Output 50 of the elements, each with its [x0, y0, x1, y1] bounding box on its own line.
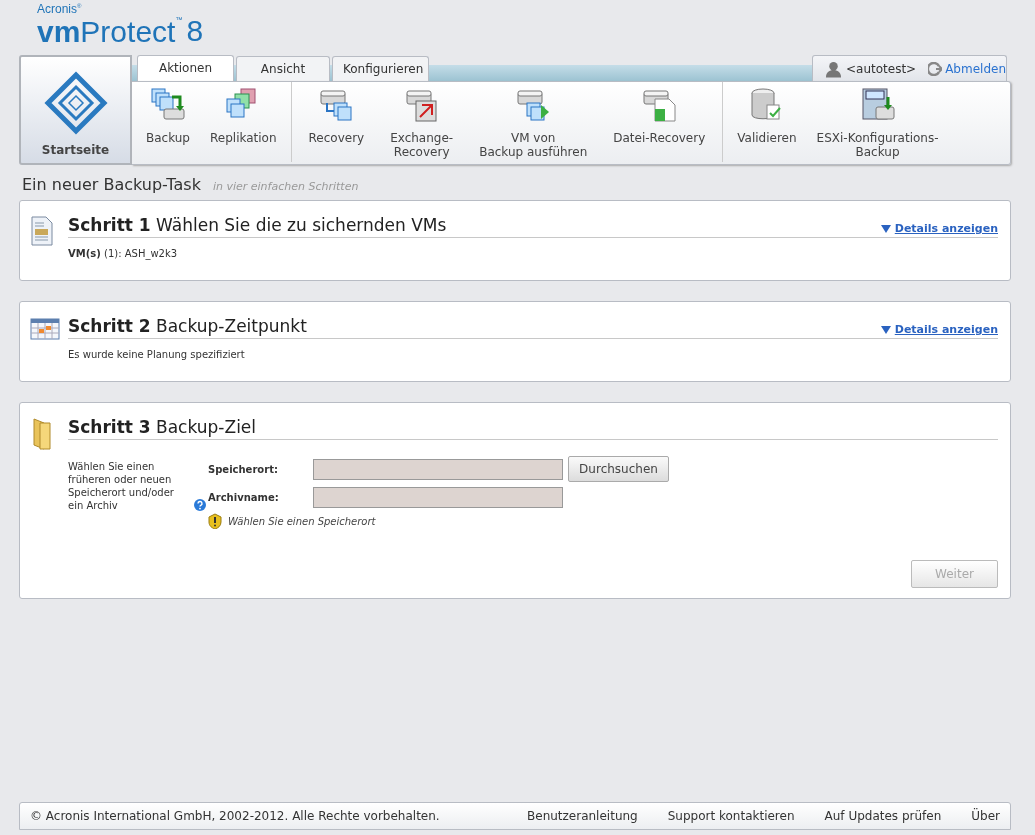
footer-link[interactable]: Über — [971, 809, 1000, 823]
user-name: <autotest> — [846, 61, 917, 76]
tab[interactable]: Aktionen — [137, 55, 234, 81]
version-number: 8 — [186, 16, 204, 46]
shield-warning-icon — [208, 513, 222, 529]
copyright-text: © Acronis International GmbH, 2002-2012. Alle Rechte vorbehalten. — [30, 809, 440, 823]
toolbar-button[interactable]: Replikation — [200, 82, 287, 162]
vendor-logo-text: Acronis$^{®}$ — [37, 3, 83, 15]
footer-link[interactable]: Auf Updates prüfen — [824, 809, 942, 823]
drive-copy-icon — [150, 87, 186, 123]
triangle-down-icon — [880, 325, 891, 334]
toolbar-button[interactable]: Recovery — [295, 82, 378, 162]
product-logo-text: vmProtect$^{™}$ — [37, 16, 183, 47]
footer-link[interactable]: Support kontaktieren — [667, 809, 795, 823]
toolbar-button[interactable]: ESXi-Konfigurations- Backup — [806, 82, 949, 162]
step-title: Schritt 3 Backup-Ziel — [68, 417, 257, 437]
user-icon — [825, 59, 842, 78]
drive-exchange-icon — [403, 87, 440, 123]
server-download-icon — [859, 87, 896, 123]
toolbar-button[interactable]: VM von Backup ausführen — [466, 82, 601, 162]
step-title: Schritt 1 Wählen Sie die zu sichernden VMs — [68, 215, 447, 235]
page-subtitle: in vier einfachen Schritten — [212, 180, 359, 193]
drive-restore-icon — [318, 87, 355, 123]
text-field[interactable] — [313, 458, 563, 480]
warning-message: Wählen Sie einen Speicherort — [228, 515, 376, 527]
toolbar-button[interactable]: Backup — [136, 82, 200, 162]
tab[interactable]: Konfigurieren — [332, 56, 429, 81]
tab[interactable]: Ansicht — [236, 56, 330, 81]
field-label: Speicherort: — [208, 463, 279, 475]
details-link[interactable]: Details anzeigen — [880, 323, 998, 336]
diamond-logo-icon — [43, 71, 108, 135]
toolbar-button[interactable]: Datei-Recovery — [600, 82, 719, 162]
help-icon — [194, 499, 206, 511]
field-label: Archivname: — [208, 492, 280, 503]
page-title: Ein neuer Backup-Task — [22, 175, 201, 194]
logout-link[interactable]: Abmelden — [928, 61, 1006, 76]
toolbar-button[interactable]: Validieren — [727, 82, 807, 162]
text-field[interactable] — [313, 487, 563, 508]
triangle-down-icon — [880, 224, 891, 233]
toolbar-button[interactable]: Exchange- Recovery — [377, 82, 467, 162]
step-summary: Es wurde keine Planung spezifiziert — [68, 348, 246, 360]
logout-icon — [928, 61, 943, 76]
browse-button[interactable]: Durchsuchen — [568, 456, 669, 482]
step-summary: VM(s) (1): ASH_w2k3 — [68, 247, 179, 259]
step-title: Schritt 2 Backup-Zeitpunkt — [68, 316, 307, 336]
home-button[interactable]: Startseite — [19, 55, 132, 165]
drive-file-icon — [641, 87, 678, 123]
details-link[interactable]: Details anzeigen — [880, 222, 998, 235]
step-description: Wählen Sie einen früheren oder neuen Speicherort und/oder ein Archiv — [68, 460, 175, 512]
footer-link[interactable]: Benutzeranleitung — [527, 809, 638, 823]
